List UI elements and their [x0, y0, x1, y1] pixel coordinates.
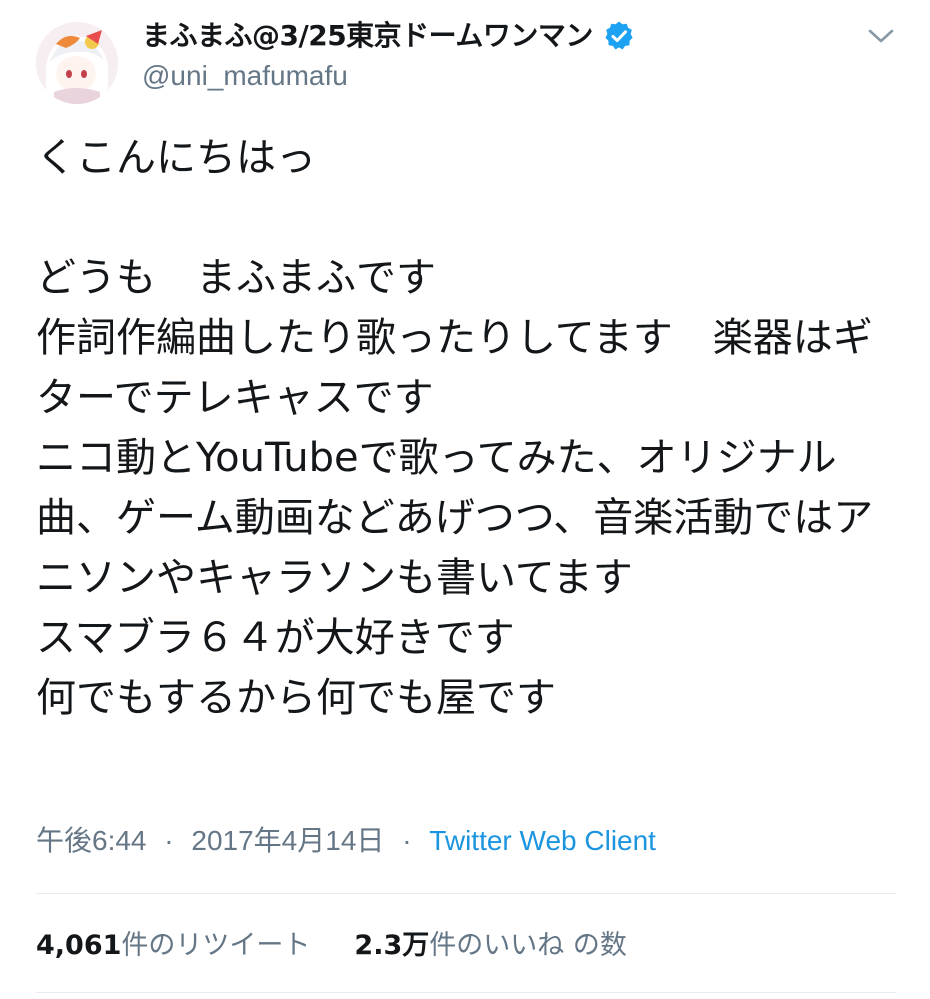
like-count: 2.3万: [354, 930, 430, 961]
retweet-stat[interactable]: 4,061 件のリツイート: [36, 926, 310, 966]
display-name[interactable]: まふまふ@3/25東京ドームワンマン: [142, 16, 593, 56]
tweet-card: まふまふ@3/25東京ドームワンマン @uni_mafumafu くこんにちはっ…: [0, 0, 930, 999]
tweet-date[interactable]: 2017年4月14日: [191, 825, 384, 856]
tweet-client-link[interactable]: Twitter Web Client: [429, 825, 656, 856]
author-header: まふまふ@3/25東京ドームワンマン: [142, 16, 635, 56]
meta-separator: ·: [164, 825, 174, 856]
user-handle[interactable]: @uni_mafumafu: [142, 58, 348, 94]
retweet-count: 4,061: [36, 930, 122, 961]
divider: [36, 992, 896, 993]
meta-separator: ·: [402, 825, 412, 856]
verified-badge-icon: [603, 20, 635, 52]
tweet-text: くこんにちはっ どうも まふまふです 作詞作編曲したり歌ったりしてます 楽器はギ…: [36, 135, 874, 721]
retweet-label: 件のリツイート: [121, 930, 311, 961]
tweet-meta: 午後6:44 · 2017年4月14日 · Twitter Web Client: [36, 822, 656, 860]
avatar-image: [36, 22, 118, 104]
like-label: 件のいいね の数: [429, 930, 627, 961]
divider: [36, 893, 896, 894]
tweet-stats: 4,061 件のリツイート 2.3万 件のいいね の数: [36, 926, 627, 966]
tweet-time[interactable]: 午後6:44: [36, 825, 147, 856]
chevron-down-icon[interactable]: [866, 24, 896, 48]
avatar[interactable]: [36, 22, 118, 104]
like-stat[interactable]: 2.3万 件のいいね の数: [354, 926, 626, 966]
